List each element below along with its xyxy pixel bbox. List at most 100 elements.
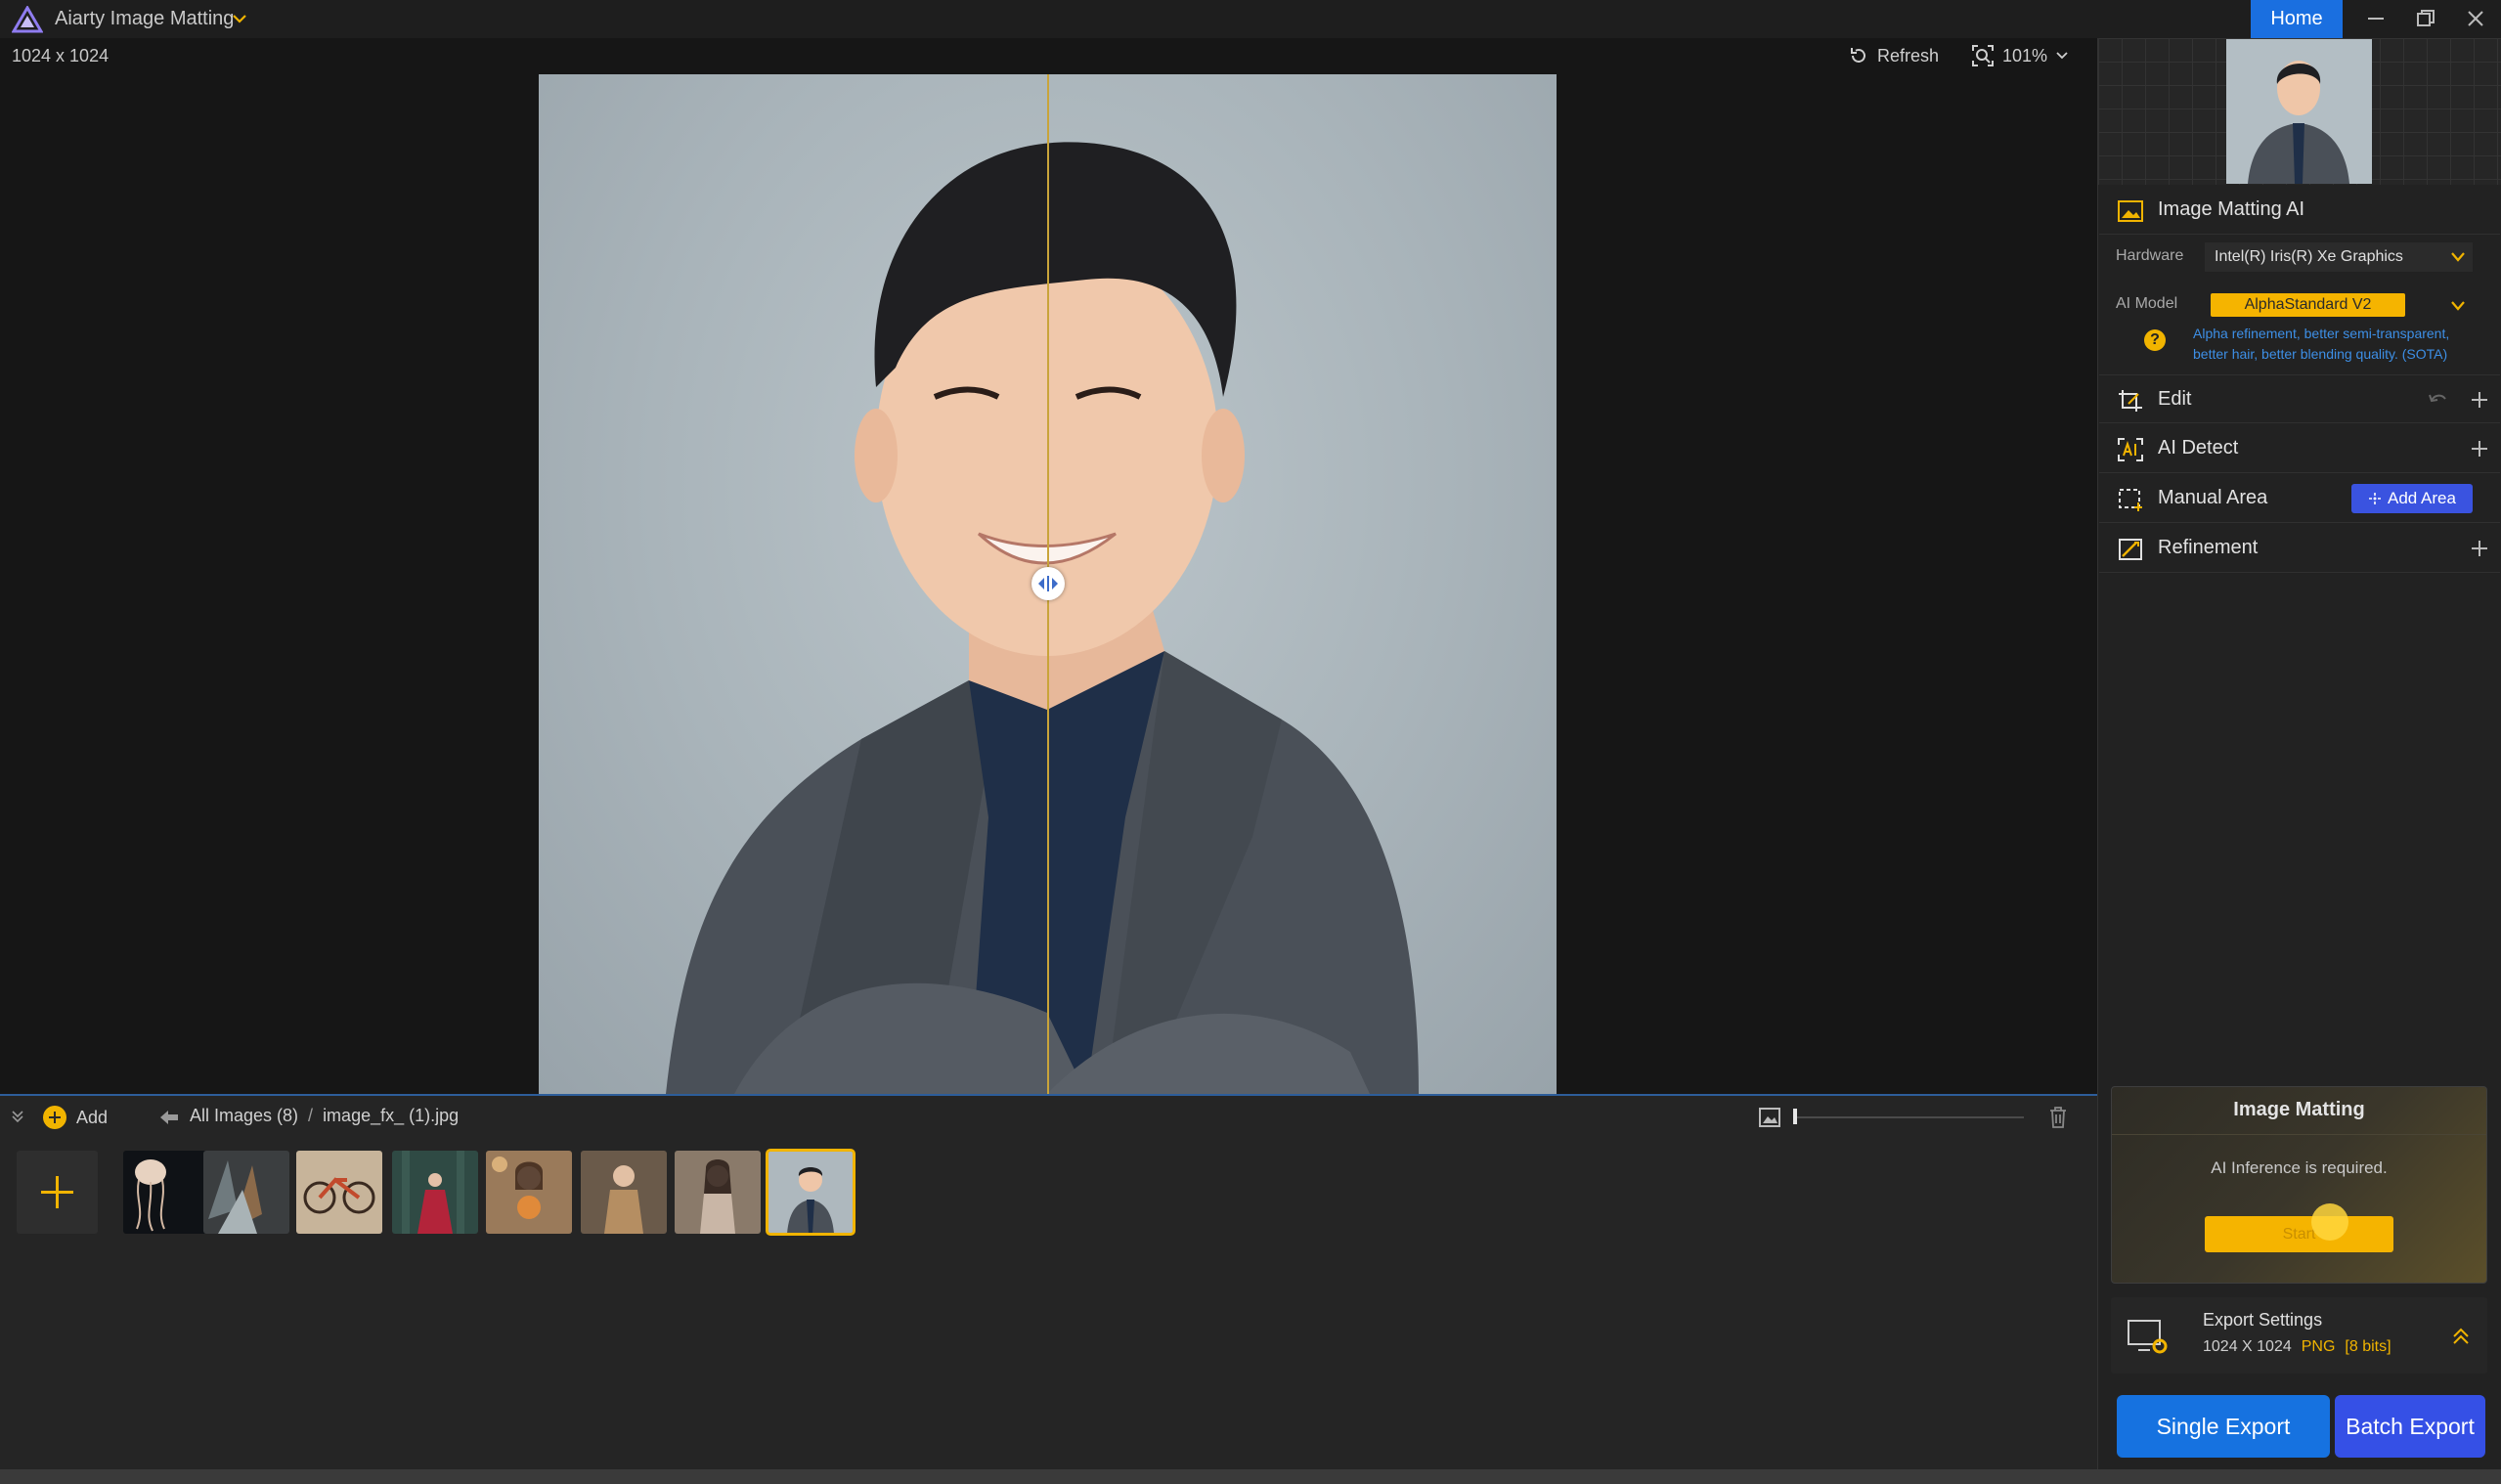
image-matting-card: Image Matting AI Inference is required. … [2111, 1086, 2487, 1284]
thumbnail-woman-flowers-image [492, 1157, 543, 1219]
thumbnail-man-suit-image [787, 1167, 834, 1234]
breadcrumb-separator: / [308, 1106, 314, 1125]
zoom-level: 101% [2002, 45, 2048, 65]
app-logo-icon [12, 6, 43, 33]
export-settings-summary: 1024 X 1024 PNG [8 bits] [2203, 1338, 2391, 1356]
thumbnail-bicycle-image [303, 1177, 375, 1214]
zoom-dropdown-chevron-icon[interactable] [2055, 51, 2069, 61]
refresh-label: Refresh [1877, 45, 1940, 65]
thumbnail-woman-flowers[interactable] [486, 1151, 572, 1234]
help-icon[interactable]: ? [2144, 329, 2166, 351]
hardware-value: Intel(R) Iris(R) Xe Graphics [2215, 248, 2403, 265]
expand-up-chevron-icon[interactable] [2450, 1325, 2472, 1346]
refresh-button[interactable]: Refresh [1848, 43, 1939, 68]
breadcrumb-current-file: image_fx_ (1).jpg [323, 1106, 460, 1125]
ai-detect-section-header[interactable]: AI Detect [2099, 424, 2500, 473]
minimize-button[interactable] [2350, 0, 2401, 38]
preview-portrait-image [2248, 61, 2349, 184]
title-bar: Aiarty Image Matting Home [0, 0, 2501, 38]
thumbnail-woman-red-dress[interactable] [392, 1151, 478, 1234]
crop-edit-icon [2119, 390, 2142, 412]
batch-export-button[interactable]: Batch Export [2335, 1395, 2485, 1458]
start-label: Start [2282, 1226, 2316, 1243]
add-images-button[interactable]: Add [43, 1104, 108, 1131]
close-button[interactable] [2450, 0, 2501, 38]
manual-area-section-header[interactable]: Manual Area Add Area [2099, 474, 2500, 523]
compare-split-handle[interactable] [1031, 567, 1065, 600]
export-format: PNG [2301, 1338, 2336, 1355]
thumbnail-man-suit[interactable] [766, 1149, 856, 1236]
hardware-label: Hardware [2116, 247, 2184, 264]
breadcrumb-all-images[interactable]: All Images (8) [190, 1106, 298, 1126]
start-button[interactable]: Start [2205, 1203, 2393, 1252]
inference-required-message: AI Inference is required. [2211, 1158, 2388, 1177]
add-image-tile[interactable] [17, 1151, 98, 1234]
ai-model-value: AlphaStandard V2 [2244, 296, 2372, 313]
add-area-label: Add Area [2388, 489, 2456, 507]
hardware-select[interactable]: Intel(R) Iris(R) Xe Graphics [2205, 242, 2473, 272]
refinement-expand-plus-icon[interactable] [2469, 538, 2490, 559]
delete-trash-icon[interactable] [2047, 1106, 2069, 1129]
collapse-strip-icon[interactable] [10, 1108, 25, 1123]
edit-title: Edit [2158, 387, 2192, 410]
minimize-icon [2368, 18, 2384, 20]
ai-model-chevron-icon[interactable] [2449, 299, 2467, 313]
app-title: Aiarty Image Matting [55, 8, 235, 29]
export-settings-box[interactable]: Export Settings 1024 X 1024 PNG [8 bits] [2111, 1297, 2487, 1374]
export-settings-title: Export Settings [2203, 1310, 2323, 1330]
image-matting-ai-title: Image Matting AI [2158, 198, 2305, 220]
refinement-section-header[interactable]: Refinement [2099, 524, 2500, 573]
thumbnail-bicycle[interactable] [296, 1151, 382, 1234]
preview-thumbnail [2226, 39, 2372, 184]
mouse-cursor-highlight [2311, 1203, 2348, 1241]
thumbnail-jellyfish-image [135, 1159, 166, 1232]
add-area-plus-icon [2369, 493, 2382, 504]
home-button[interactable]: Home [2251, 0, 2343, 38]
thumbnail-woman-red-dress-image [402, 1151, 464, 1234]
single-export-button[interactable]: Single Export [2117, 1395, 2330, 1458]
hardware-chevron-icon[interactable] [2449, 250, 2467, 264]
add-icon [43, 1106, 66, 1129]
manual-area-title: Manual Area [2158, 487, 2268, 508]
zoom-control[interactable]: 101% [1971, 43, 2069, 68]
ai-detect-icon [2118, 438, 2143, 461]
refinement-title: Refinement [2158, 537, 2259, 558]
thumbnail-woman-floral[interactable] [675, 1151, 761, 1234]
breadcrumb: All Images (8) / image_fx_ (1).jpg [190, 1106, 459, 1126]
restore-button[interactable] [2400, 0, 2451, 38]
app-menu-chevron-icon[interactable] [231, 10, 248, 27]
ai-model-label: AI Model [2116, 295, 2178, 312]
edit-expand-plus-icon[interactable] [2469, 389, 2490, 411]
split-arrows-icon [1038, 576, 1058, 591]
thumbnail-jellyfish[interactable] [123, 1151, 209, 1234]
undo-icon[interactable] [2428, 389, 2449, 411]
export-bit-depth: [8 bits] [2345, 1338, 2391, 1355]
thumbnail-crystals[interactable] [203, 1151, 289, 1234]
back-arrow-icon[interactable] [158, 1109, 180, 1126]
manual-area-icon [2119, 489, 2142, 511]
image-dimensions: 1024 x 1024 [12, 46, 110, 65]
close-icon [2468, 11, 2483, 26]
thumbnail-size-slider-knob[interactable] [1793, 1109, 1797, 1124]
thumbnail-size-slider[interactable] [1794, 1116, 2024, 1118]
image-matting-card-title: Image Matting [2233, 1099, 2365, 1120]
thumbnail-woman-gold[interactable] [581, 1151, 667, 1234]
refresh-icon [1851, 48, 1865, 63]
add-area-button[interactable]: Add Area [2351, 484, 2473, 513]
card-divider [2112, 1134, 2486, 1135]
thumbnail-size-icon [1759, 1108, 1780, 1127]
ai-detect-expand-plus-icon[interactable] [2469, 438, 2490, 459]
status-bar [0, 1469, 2501, 1484]
thumbnail-woman-floral-image [700, 1159, 735, 1234]
ai-detect-title: AI Detect [2158, 437, 2239, 458]
restore-icon [2417, 10, 2435, 26]
ai-model-description: Alpha refinement, better semi-transparen… [2193, 326, 2450, 362]
refinement-icon [2119, 539, 2142, 560]
zoom-icon [1972, 45, 1994, 66]
ai-model-select[interactable]: AlphaStandard V2 [2211, 293, 2405, 317]
edit-section-header[interactable]: Edit [2099, 374, 2500, 423]
add-label: Add [76, 1107, 109, 1127]
image-matting-ai-section-header: Image Matting AI [2099, 186, 2500, 235]
thumbnail-woman-gold-image [604, 1165, 643, 1234]
export-size: 1024 X 1024 [2203, 1338, 2292, 1355]
